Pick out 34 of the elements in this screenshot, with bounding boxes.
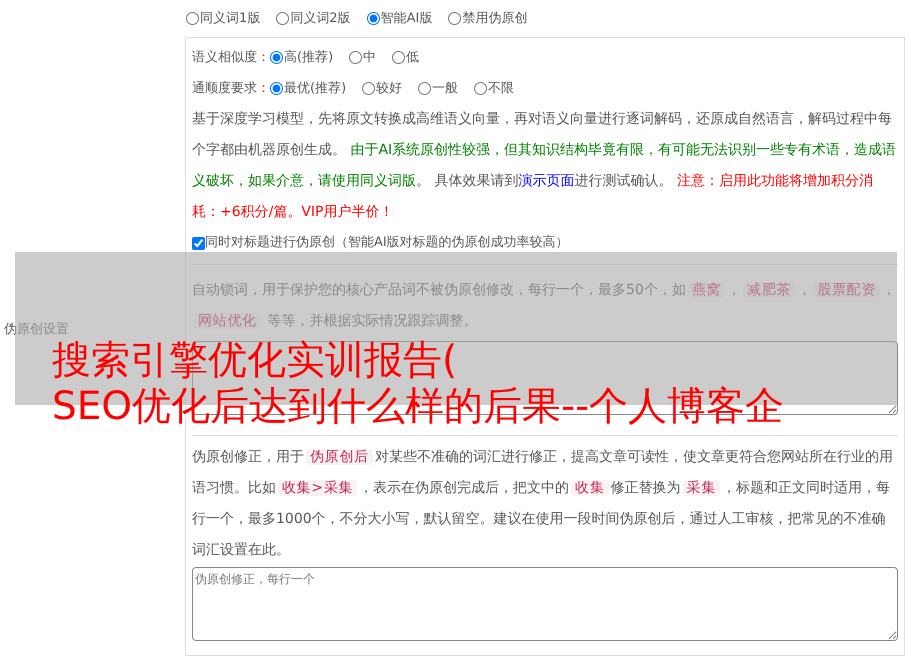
radio-label: 中 [363,48,376,67]
radio-label: 较好 [376,80,402,98]
radio-label: 禁用伪原创 [462,10,528,28]
radio-button[interactable] [349,51,362,64]
radio-label: 同义词2版 [290,10,351,28]
banner-title: 搜索引擎优化实训报告( [52,338,458,384]
radio-button[interactable] [418,82,432,95]
radio-label: 高(推荐) [284,48,334,67]
radio-button[interactable] [366,12,380,25]
checkbox[interactable] [192,236,205,250]
radio-button[interactable] [270,51,283,64]
field-label: 通顺度要求： [192,80,270,98]
description-text: 自动锁词，用于保护您的核心产品词不被伪原创修改，每行一个，最多50个，如 燕窝 ， 减肥茶 ， 股票配资 ， 网站优化 等等，并根据实际情况跟踪调整。 [192,281,898,331]
radio-button[interactable] [362,82,376,95]
radio-label: 一般 [432,80,458,98]
radio-label: 同义词1版 [200,10,260,28]
radio-label: 最优(推荐) [284,80,346,98]
radio-button[interactable] [392,51,406,64]
banner-title: SEO优化后达到什么样的后果--个人博客企 [52,384,784,430]
demo-page-link[interactable]: 演示页面 [518,173,574,189]
checkbox-label: 同时对标题进行伪原创（智能AI版对标题的伪原创成功率较高） [205,234,569,252]
correction-field[interactable]: 伪原创修正，每行一个 [192,567,898,641]
radio-button[interactable] [474,82,488,95]
radio-button[interactable] [186,12,199,25]
radio-button[interactable] [270,82,283,95]
radio-label: 低 [406,48,420,67]
section-label: 伪原创设置 [4,321,69,340]
radio-label: 不限 [488,80,514,98]
radio-label: 智能AI版 [380,10,432,28]
radio-button[interactable] [448,12,462,25]
description-text: 伪原创修正，用于 伪原创后 对某些不准确的词汇进行修正，提高文章可读性，使文章更符合您网站所在行业的用语习惯。比如 收集>采集 ，表示在伪原创完成后，把文中的 收集 修正替换为 采集 ，标题和正文同时适用，每行一个，最多1000个，不分大小写，默认留空。建议在使用一段时间伪原创后，通过人工审核，把常见的不准确词汇设置在此。 [192,448,894,560]
radio-button[interactable] [276,12,290,25]
description-text: 基于深度学习模型，先将原文转换成高维语义向量，再对语义向量进行逐词解码，还原成自然语言，解码过程中每个字都由机器原创生成。 由于AI系统原创性较强，但其知识结构毕竟有限，有可能无法识别一些专有术语，造成语义破坏，如果介意，请使用同义词版。 具体效果请到演示页面进行测试确认。 注意：启用此功能将增加积分消耗：+6积分/篇。VIP用户半价！ [192,110,898,222]
field-label: 语义相似度： [192,48,270,67]
